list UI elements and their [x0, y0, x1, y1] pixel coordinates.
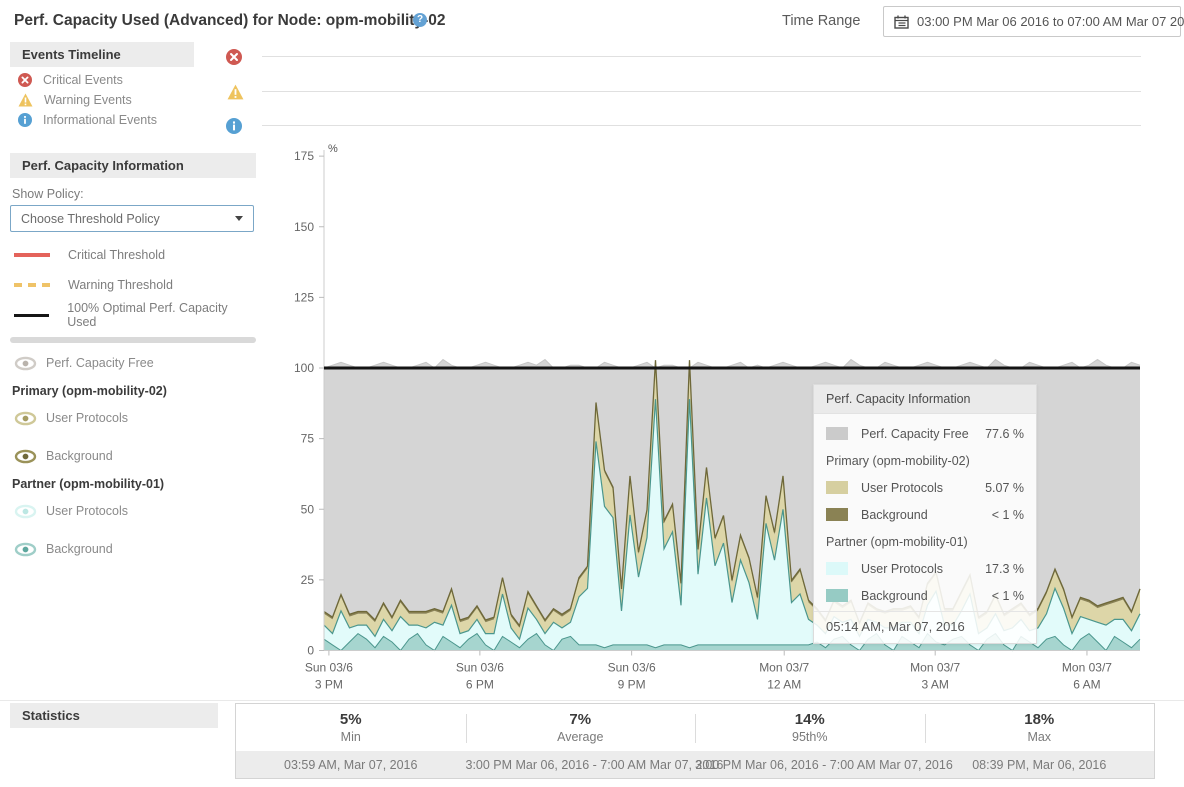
time-range-dropdown[interactable]: 03:00 PM Mar 06 2016 to 07:00 AM Mar 07 …	[883, 6, 1181, 37]
x-tick-label: 3 PM	[315, 678, 343, 692]
x-tick-label: Sun 03/6	[456, 661, 504, 675]
show-policy-label: Show Policy:	[12, 187, 256, 201]
group-heading-primary: Primary (opm-mobility-02)	[12, 384, 256, 398]
x-tick-label: Sun 03/6	[305, 661, 353, 675]
tooltip-timestamp: 05:14 AM, Mar 07, 2016	[814, 611, 1036, 643]
series-swatch	[826, 481, 848, 494]
legend-critical-threshold: Critical Threshold	[10, 248, 256, 262]
series-swatch	[826, 589, 848, 602]
info-circle-icon	[18, 113, 32, 127]
toggle-perf-capacity-free[interactable]: Perf. Capacity Free	[14, 356, 256, 370]
informational-events-lane	[262, 125, 1141, 126]
series-swatch	[826, 508, 848, 521]
eye-icon	[14, 356, 37, 371]
legend-informational-events: Informational Events	[18, 113, 256, 127]
x-tick-label: Mon 03/7	[759, 661, 809, 675]
events-timeline-header: Events Timeline	[10, 42, 194, 67]
threshold-policy-value: Choose Threshold Policy	[21, 212, 225, 226]
warning-triangle-icon	[227, 84, 244, 100]
toggle-primary-user-protocols[interactable]: User Protocols	[14, 411, 256, 425]
x-tick-label: Mon 03/7	[910, 661, 960, 675]
legend-warning-events: Warning Events	[18, 93, 256, 107]
y-tick-label: 50	[301, 502, 315, 516]
y-tick-label: 150	[294, 220, 314, 234]
tooltip-row-partner-user-protocols: User Protocols 17.3 %	[826, 555, 1024, 582]
warning-threshold-line-swatch	[14, 283, 50, 287]
eye-icon	[14, 449, 37, 464]
toggle-primary-background[interactable]: Background	[14, 449, 256, 463]
stat-average-detail: 3:00 PM Mar 06, 2016 - 7:00 AM Mar 07, 2…	[466, 758, 696, 772]
y-tick-label: 25	[301, 573, 315, 587]
perf-capacity-area-chart[interactable]: % 0 25 50 75 100 125 150 175 Sun 03/6 3 PM Sun 03/6…	[250, 140, 1184, 698]
group-heading-partner: Partner (opm-mobility-01)	[12, 477, 256, 491]
series-swatch	[826, 562, 848, 575]
critical-events-lane	[262, 56, 1141, 57]
tooltip-title: Perf. Capacity Information	[814, 385, 1036, 414]
x-tick-label: Mon 03/7	[1062, 661, 1112, 675]
calendar-icon	[894, 15, 909, 29]
eye-icon	[14, 411, 37, 426]
events-timeline-panel: Events Timeline Critical Events Warning …	[10, 42, 256, 127]
page-title: Perf. Capacity Used (Advanced) for Node:…	[14, 12, 446, 30]
tooltip-group-primary: Primary (opm-mobility-02)	[826, 447, 1024, 474]
x-tick-label: Sun 03/6	[608, 661, 656, 675]
stat-min: 5% Min	[236, 704, 466, 751]
x-tick-label: 9 PM	[618, 678, 646, 692]
tooltip-row-partner-background: Background < 1 %	[826, 582, 1024, 609]
y-tick-label: 100	[294, 361, 314, 375]
critical-threshold-line-swatch	[14, 253, 50, 257]
perf-capacity-info-header: Perf. Capacity Information	[10, 153, 256, 178]
tooltip-row-capacity-free: Perf. Capacity Free 77.6 %	[826, 420, 1024, 447]
chevron-down-icon	[235, 216, 243, 221]
warning-triangle-icon	[18, 93, 33, 107]
toggle-partner-user-protocols[interactable]: User Protocols	[14, 504, 256, 518]
critical-circle-x-icon	[226, 49, 242, 65]
stat-max: 18% Max	[925, 704, 1155, 751]
eye-icon	[14, 542, 37, 557]
stat-max-detail: 08:39 PM, Mar 06, 2016	[925, 758, 1155, 772]
x-tick-label: 3 AM	[922, 678, 949, 692]
help-icon[interactable]: ?	[413, 13, 427, 27]
y-axis-unit: %	[328, 143, 338, 155]
statistics-table: 5% Min 7% Average 14% 95th% 18% Max 03:5…	[235, 703, 1155, 779]
y-tick-label: 125	[294, 290, 314, 304]
time-range-label: Time Range	[782, 13, 860, 29]
stat-95th: 14% 95th%	[695, 704, 925, 751]
divider	[0, 700, 1184, 701]
tooltip-row-primary-user-protocols: User Protocols 5.07 %	[826, 474, 1024, 501]
toggle-partner-background[interactable]: Background	[14, 542, 256, 556]
threshold-policy-dropdown[interactable]: Choose Threshold Policy	[10, 205, 254, 232]
legend-warning-threshold: Warning Threshold	[10, 278, 256, 292]
perf-capacity-info-panel: Perf. Capacity Information Show Policy: …	[10, 153, 256, 556]
y-tick-label: 75	[301, 432, 315, 446]
stat-average: 7% Average	[466, 704, 696, 751]
series-swatch	[826, 427, 848, 440]
y-tick-label: 175	[294, 149, 314, 163]
chart-tooltip: Perf. Capacity Information Perf. Capacit…	[813, 384, 1037, 644]
y-tick-label: 0	[307, 644, 314, 658]
warning-events-lane	[262, 91, 1141, 92]
x-tick-label: 6 PM	[466, 678, 494, 692]
time-range-value: 03:00 PM Mar 06 2016 to 07:00 AM Mar 07 …	[917, 14, 1184, 29]
tooltip-row-primary-background: Background < 1 %	[826, 501, 1024, 528]
x-tick-label: 6 AM	[1073, 678, 1100, 692]
stat-min-detail: 03:59 AM, Mar 07, 2016	[236, 758, 466, 772]
legend-critical-events: Critical Events	[18, 73, 256, 87]
critical-circle-x-icon	[18, 73, 32, 87]
legend-optimal-line: 100% Optimal Perf. Capacity Used	[10, 308, 256, 322]
optimal-line-swatch	[14, 314, 49, 317]
stat-95th-detail: 3:00 PM Mar 06, 2016 - 7:00 AM Mar 07, 2…	[695, 758, 925, 772]
perf-capacity-page: Perf. Capacity Used (Advanced) for Node:…	[0, 0, 1184, 787]
info-circle-icon	[226, 118, 242, 134]
x-tick-label: 12 AM	[767, 678, 801, 692]
tooltip-group-partner: Partner (opm-mobility-01)	[826, 528, 1024, 555]
statistics-panel-header: Statistics	[10, 703, 218, 728]
sidebar-scrollbar[interactable]	[10, 337, 256, 343]
eye-icon	[14, 504, 37, 519]
